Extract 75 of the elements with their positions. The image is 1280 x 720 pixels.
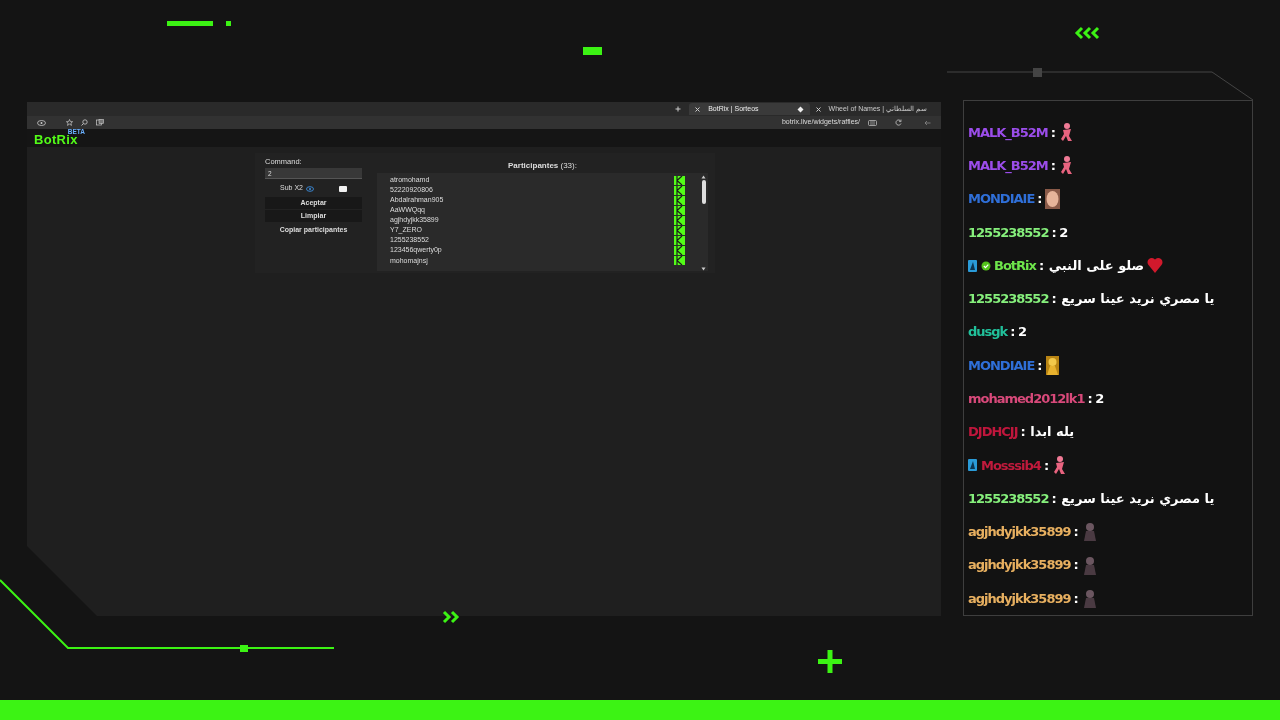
platform-icon — [674, 246, 685, 256]
star-icon[interactable] — [66, 119, 73, 126]
chat-username: mohamed2012lk1 — [968, 390, 1085, 408]
chat-username: MALK_B52M — [968, 157, 1048, 176]
back-icon[interactable] — [924, 119, 931, 126]
badge-icon — [968, 459, 977, 472]
chat-message: : يا مصري نريد عينا سريع — [1051, 290, 1215, 309]
search-icon[interactable] — [81, 119, 88, 126]
app-logo[interactable]: BotRix — [34, 133, 78, 146]
chat-username: agjhdyjkk35899 — [968, 556, 1071, 575]
chat-message: : يله ابدا — [1020, 423, 1075, 442]
chat-message: : — [1050, 123, 1055, 142]
chevron-icon — [442, 610, 460, 624]
chat-message: : 2 — [1010, 323, 1027, 342]
chat-message: : 2 — [1051, 223, 1068, 242]
scroll-down-icon[interactable] — [701, 267, 706, 271]
close-icon[interactable] — [695, 106, 701, 112]
chevron-icon — [1074, 26, 1100, 40]
new-tab-icon[interactable] — [675, 106, 682, 112]
toggle-icon[interactable] — [868, 119, 877, 126]
chat-message: : — [1073, 556, 1078, 575]
verified-icon — [981, 261, 991, 271]
info-icon — [305, 185, 314, 192]
chat-username: Mosssib4 — [981, 456, 1041, 475]
platform-icon — [674, 175, 685, 185]
plus-icon — [818, 650, 842, 673]
chat-username: MALK_B52M — [968, 123, 1048, 143]
platform-icon — [674, 215, 685, 225]
chat-message: : — [1073, 589, 1078, 608]
figure-icon — [1061, 156, 1072, 175]
chat-username: MONDIAIE — [968, 190, 1035, 209]
accent-bar — [583, 47, 602, 55]
screenshot-icon[interactable] — [96, 119, 104, 126]
eye-icon[interactable] — [37, 119, 46, 126]
chat-message: : — [1037, 190, 1042, 209]
accent-square — [1033, 68, 1042, 77]
chat-username: BotRix — [994, 256, 1036, 275]
accent-bar — [167, 21, 213, 26]
platform-icon — [674, 226, 685, 235]
chat-message: : يا مصري نريد عينا سريع — [1051, 489, 1215, 508]
chat-message: : 2 — [1087, 390, 1104, 408]
face-icon — [1045, 188, 1061, 209]
figure-icon — [1046, 356, 1060, 375]
heart-icon — [1147, 258, 1163, 274]
chat-message: : — [1037, 356, 1042, 375]
badge-icon — [968, 259, 977, 272]
chat-username: agjhdyjkk35899 — [968, 523, 1071, 542]
figure-icon — [1083, 523, 1096, 542]
chat-message: : صلو على النبي — [1038, 256, 1145, 275]
platform-icon — [674, 256, 685, 266]
platform-icon — [674, 205, 685, 215]
figure-icon — [1083, 556, 1096, 575]
chat-username: 1255238552 — [968, 290, 1049, 309]
close-icon[interactable] — [815, 106, 821, 112]
figure-icon — [1083, 589, 1096, 608]
chat-username: 1255238552 — [968, 489, 1049, 508]
chat-message: : — [1043, 456, 1049, 475]
chat-username: agjhdyjkk35899 — [968, 589, 1071, 608]
figure-icon — [1054, 455, 1066, 474]
platform-icon — [674, 185, 685, 195]
chat-message: : — [1050, 157, 1055, 176]
chat-message: : — [1073, 523, 1078, 542]
diamond-icon — [796, 105, 804, 113]
accent-bar — [226, 21, 231, 26]
chat-username: 1255238552 — [968, 223, 1049, 242]
checkbox[interactable] — [338, 185, 347, 192]
platform-icon — [674, 195, 685, 205]
chat-username: MONDIAIE — [968, 356, 1035, 375]
reload-icon[interactable] — [895, 119, 902, 126]
chat-username: DJDHCJJ — [968, 423, 1018, 442]
platform-icon — [674, 236, 685, 246]
chat-username: dusgk — [968, 323, 1008, 342]
figure-icon — [1061, 123, 1072, 142]
participants-title: Participantes (33): — [507, 160, 578, 172]
scrollbar-thumb[interactable] — [701, 180, 706, 204]
